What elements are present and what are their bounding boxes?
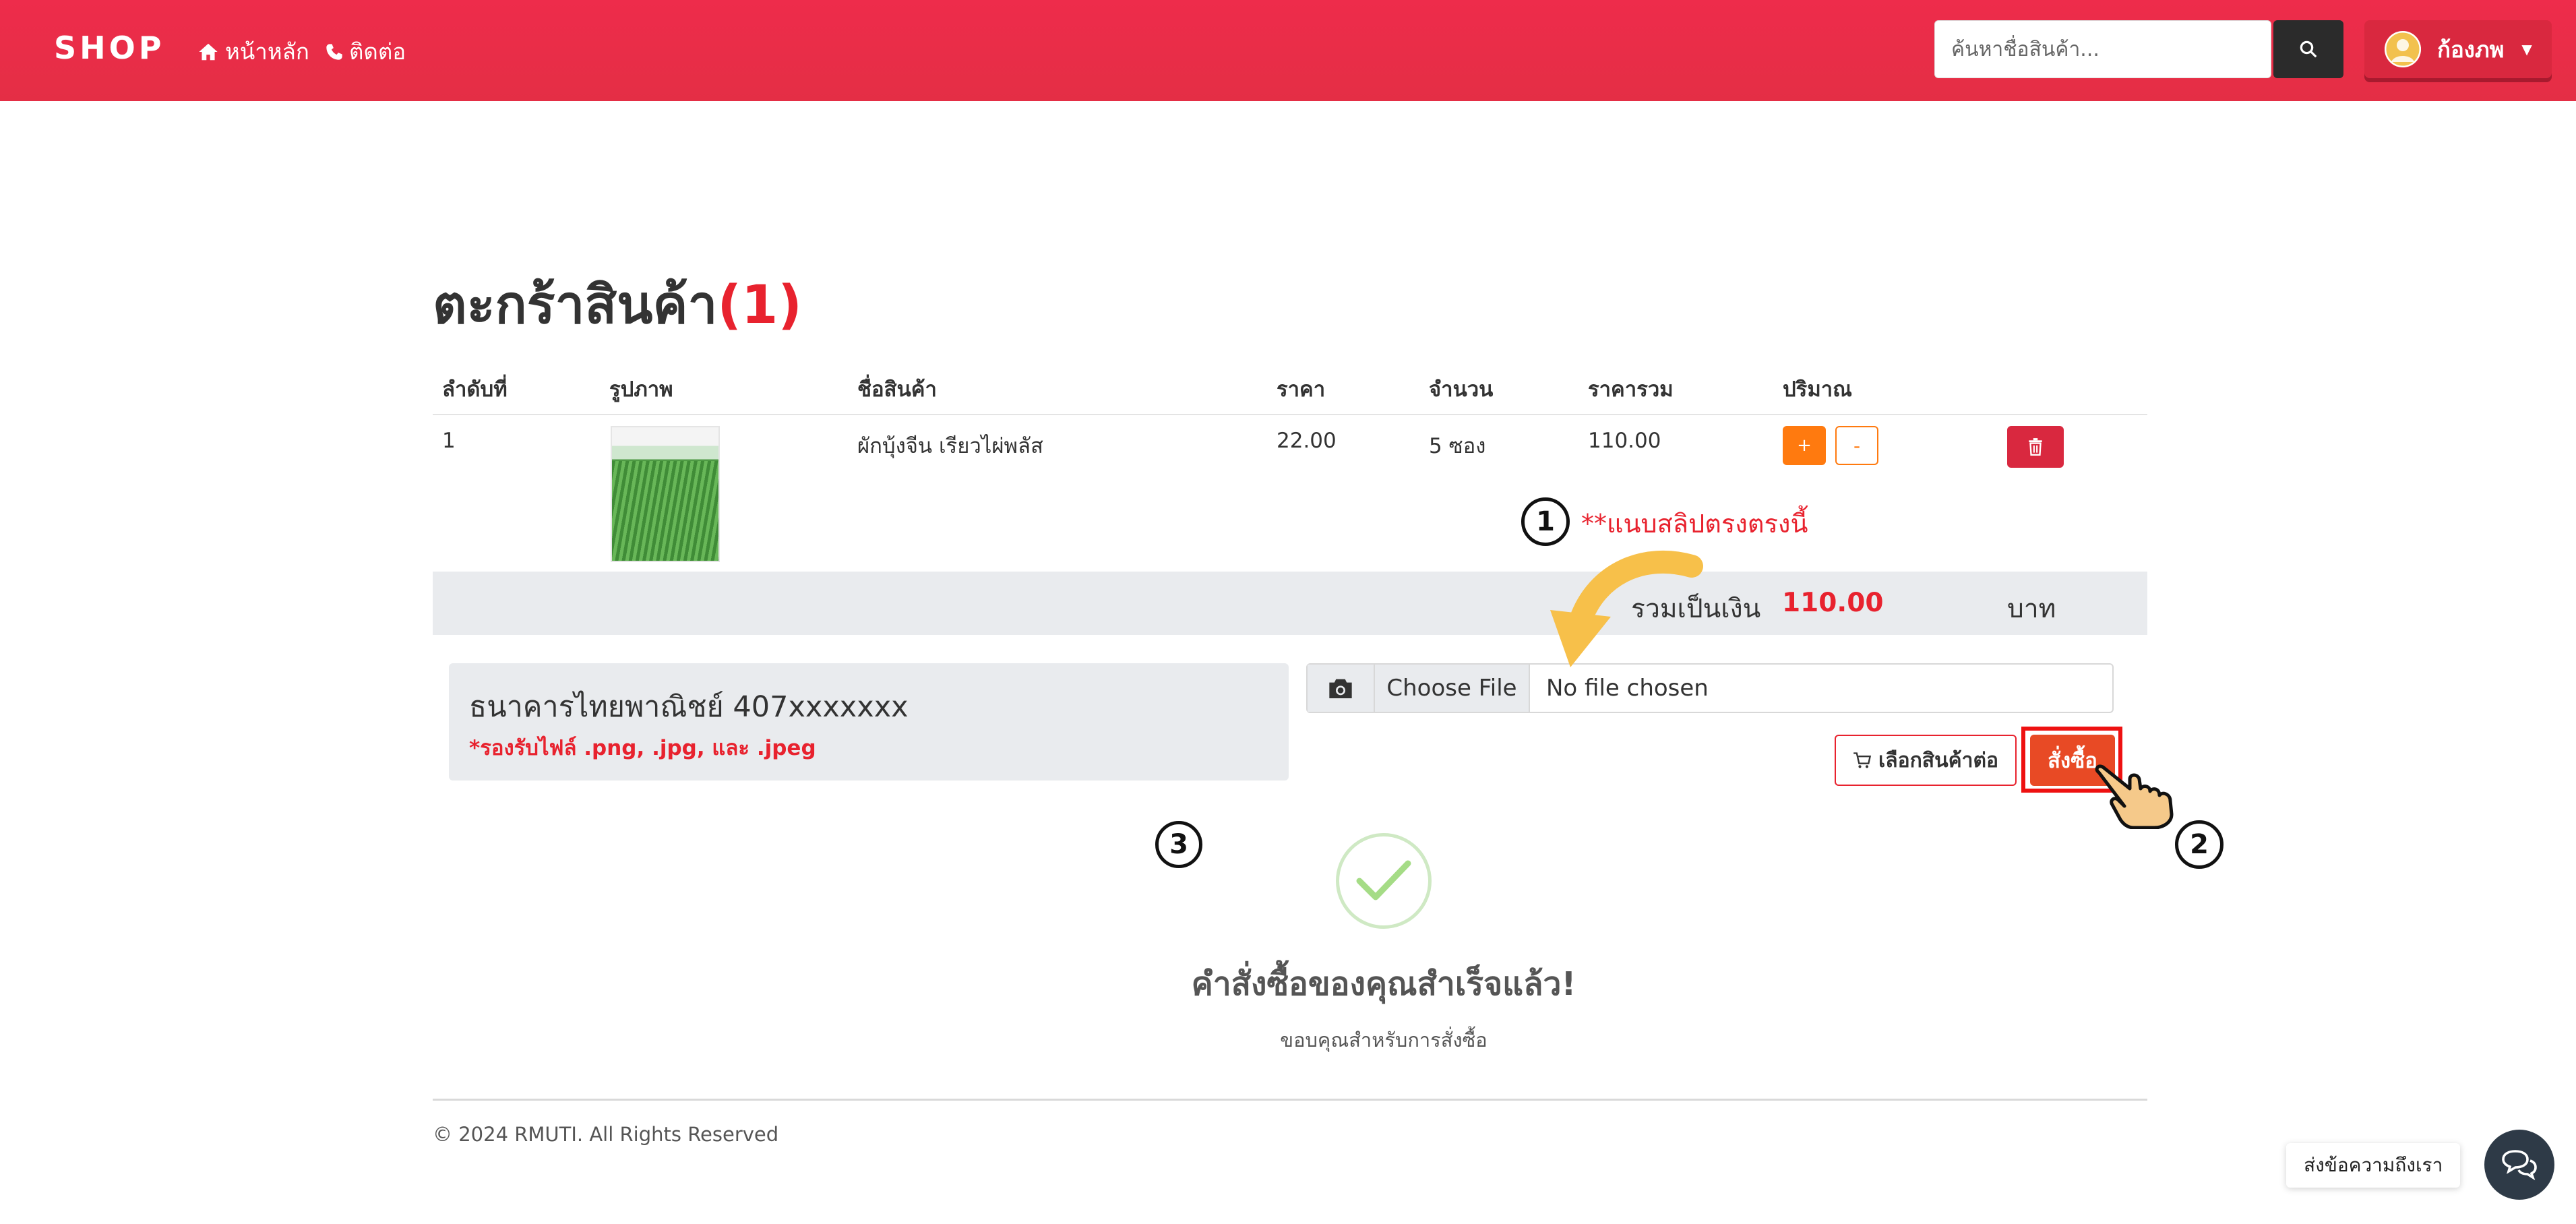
attach-slip-hint: **แนบสลิปตรงตรงนี้ bbox=[1581, 509, 1808, 539]
search-icon bbox=[2300, 40, 2317, 58]
file-type-note: *รองรับไฟล์ .png, .jpg, และ .jpeg bbox=[469, 736, 816, 760]
step-1-badge: 1 bbox=[1521, 497, 1570, 546]
chat-button[interactable] bbox=[2484, 1130, 2554, 1200]
choose-file-button[interactable]: Choose File bbox=[1375, 665, 1530, 712]
brand-logo[interactable]: SHOP bbox=[54, 30, 164, 66]
success-subtitle: ขอบคุณสำหรับการสั่งซื้อ bbox=[1280, 1029, 1488, 1051]
row-price: 22.00 bbox=[1277, 429, 1337, 453]
search-input[interactable]: ค้นหาชื่อสินค้า... bbox=[1934, 20, 2271, 78]
nav-contact-label: ติดต่อ bbox=[349, 38, 406, 65]
cart-count: (1) bbox=[717, 275, 802, 336]
nav-home-link[interactable]: หน้าหลัก bbox=[197, 34, 309, 69]
footer-copyright: © 2024 RMUTI. All Rights Reserved bbox=[433, 1123, 779, 1146]
success-title: คำสั่งซื้อของคุณสำเร็จแล้ว! bbox=[1191, 965, 1576, 1003]
nav-home-label: หน้าหลัก bbox=[225, 38, 309, 65]
nav-contact-link[interactable]: ติดต่อ bbox=[325, 34, 406, 69]
col-header-price: ราคา bbox=[1277, 377, 1326, 402]
footer-divider bbox=[433, 1099, 2147, 1101]
trash-icon bbox=[2029, 438, 2042, 456]
chat-label[interactable]: ส่งข้อความถึงเรา bbox=[2286, 1143, 2461, 1188]
product-image bbox=[611, 426, 720, 562]
step-3-badge: 3 bbox=[1155, 821, 1202, 868]
row-no: 1 bbox=[442, 429, 456, 453]
col-header-total: ราคารวม bbox=[1588, 377, 1674, 402]
page-title: ตะกร้าสินค้า(1) bbox=[433, 263, 802, 346]
col-header-name: ชื่อสินค้า bbox=[857, 377, 937, 402]
success-check-icon bbox=[1336, 833, 1432, 929]
table-header-divider bbox=[433, 414, 2147, 415]
increase-qty-button[interactable]: + bbox=[1783, 426, 1826, 465]
chevron-down-icon: ▼ bbox=[2521, 41, 2532, 57]
bank-account: ธนาคารไทยพาณิชย์ 407xxxxxxx bbox=[469, 690, 909, 724]
col-header-qty: จำนวน bbox=[1429, 377, 1494, 402]
delete-item-button[interactable] bbox=[2007, 426, 2064, 468]
curved-arrow-icon bbox=[1550, 550, 1703, 667]
cart-icon bbox=[1853, 752, 1872, 768]
avatar bbox=[2385, 31, 2421, 67]
col-header-no: ลำดับที่ bbox=[442, 377, 508, 402]
home-icon bbox=[199, 43, 218, 60]
page-title-text: ตะกร้าสินค้า bbox=[433, 275, 718, 336]
total-unit: บาท bbox=[2007, 594, 2056, 624]
chat-bubbles-icon bbox=[2502, 1150, 2537, 1181]
decrease-qty-button[interactable]: - bbox=[1835, 426, 1878, 465]
user-menu-button[interactable]: ก้องภพ ▼ bbox=[2364, 20, 2552, 78]
col-header-amount: ปริมาณ bbox=[1783, 377, 1852, 402]
navbar: SHOP หน้าหลัก ติดต่อ ค้นหาชื่อสินค้า... … bbox=[0, 0, 2576, 101]
user-name: ก้องภพ bbox=[2437, 36, 2505, 63]
row-product-name: ผักบุ้งจีน เรียวไผ่พลัส bbox=[857, 434, 1043, 458]
col-header-image: รูปภาพ bbox=[609, 377, 673, 402]
pointer-hand-icon bbox=[2095, 764, 2174, 829]
phone-icon bbox=[326, 43, 342, 60]
continue-shopping-label: เลือกสินค้าต่อ bbox=[1878, 748, 1999, 772]
total-bar bbox=[433, 572, 2147, 635]
row-qty: 5 ซอง bbox=[1429, 434, 1486, 458]
continue-shopping-button[interactable]: เลือกสินค้าต่อ bbox=[1835, 735, 2017, 786]
total-value: 110.00 bbox=[1782, 588, 1884, 618]
search-button[interactable] bbox=[2273, 20, 2343, 78]
row-total: 110.00 bbox=[1588, 429, 1661, 453]
camera-icon bbox=[1308, 665, 1375, 712]
